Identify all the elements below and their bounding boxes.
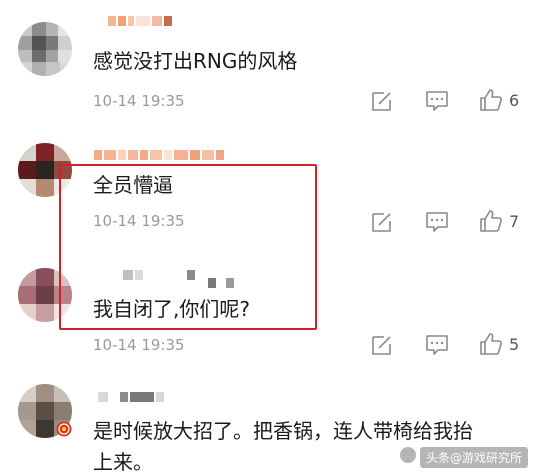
comment-text-line-2: 上来。 (93, 450, 153, 474)
comment-text-line-1: 是时候放大招了。把香锅，连人带椅给我抬 (93, 419, 473, 443)
reply-icon[interactable] (425, 89, 449, 113)
comment-text: 感觉没打出RNG的风格 (93, 49, 298, 73)
like-count: 6 (509, 91, 520, 110)
verified-badge-icon (56, 421, 72, 437)
like-count: 5 (509, 335, 520, 354)
highlight-box (59, 164, 317, 330)
reply-icon[interactable] (425, 210, 449, 234)
thumbs-up-icon[interactable] (479, 209, 503, 233)
username-blurred[interactable] (98, 390, 164, 404)
username-blurred[interactable] (108, 14, 172, 28)
avatar-image (18, 22, 72, 76)
watermark: 头条@游戏研究所 (420, 447, 529, 468)
edit-icon[interactable] (370, 89, 394, 113)
thumbs-up-icon[interactable] (479, 88, 503, 112)
username-blurred[interactable] (94, 148, 224, 162)
like-count: 7 (509, 212, 520, 231)
avatar[interactable] (18, 22, 72, 76)
thumbs-up-icon[interactable] (479, 332, 503, 356)
watermark-logo-icon (400, 447, 416, 463)
edit-icon[interactable] (370, 333, 394, 357)
edit-icon[interactable] (370, 210, 394, 234)
comment-time: 10-14 19:35 (93, 92, 185, 110)
comment-time: 10-14 19:35 (93, 336, 185, 354)
reply-icon[interactable] (425, 333, 449, 357)
